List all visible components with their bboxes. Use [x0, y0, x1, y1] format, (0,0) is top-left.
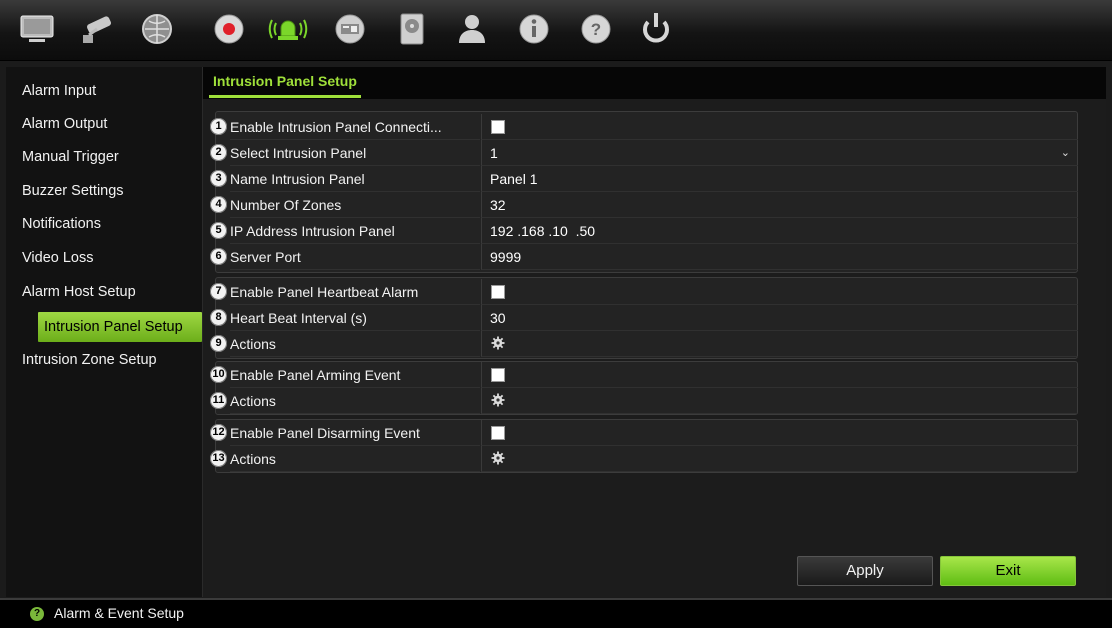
settings-row: 6 Server Port 9999 [210, 244, 1078, 270]
settings-row: 8 Heart Beat Interval (s) 30 [210, 305, 1078, 331]
ip-address-field[interactable]: 192 .168 .10 .50 [481, 218, 1078, 244]
hdd-icon[interactable] [392, 9, 432, 49]
settings-row: 3 Name Intrusion Panel Panel 1 [210, 166, 1078, 192]
row-label: Heart Beat Interval (s) [230, 305, 480, 331]
sidebar-item-alarm-input[interactable]: Alarm Input [6, 76, 202, 106]
heartbeat-group: 7 Enable Panel Heartbeat Alarm 8 Heart B… [210, 277, 1078, 359]
settings-row: 13 Actions [210, 446, 1078, 472]
enable-arming-checkbox[interactable] [491, 368, 505, 382]
gear-icon[interactable] [491, 451, 505, 465]
sidebar-item-alarm-host-setup[interactable]: Alarm Host Setup [6, 277, 202, 307]
row-number: 9 [210, 335, 227, 352]
tab-intrusion-panel-setup[interactable]: Intrusion Panel Setup [209, 67, 361, 98]
row-number: 6 [210, 248, 227, 265]
sidebar-item-manual-trigger[interactable]: Manual Trigger [6, 142, 202, 172]
question-icon: ? [30, 607, 44, 621]
sidebar-item-intrusion-zone-setup[interactable]: Intrusion Zone Setup [6, 345, 202, 375]
main-panel: Intrusion Panel Setup 1 Enable Intrusion… [203, 67, 1106, 597]
row-label: Enable Panel Disarming Event [230, 420, 480, 446]
tab-bar: Intrusion Panel Setup [203, 67, 1106, 99]
row-label: Select Intrusion Panel [230, 140, 480, 166]
value-cell [481, 114, 1078, 140]
alarm-icon[interactable] [268, 9, 308, 49]
row-label: Enable Panel Arming Event [230, 362, 480, 388]
svg-text:?: ? [591, 20, 601, 39]
exit-button[interactable]: Exit [940, 556, 1076, 586]
server-port-field[interactable]: 9999 [481, 244, 1078, 270]
row-number: 7 [210, 283, 227, 300]
value-cell [481, 420, 1078, 446]
help-icon[interactable]: ? [576, 9, 616, 49]
row-label: Actions [230, 446, 480, 472]
status-text: Alarm & Event Setup [54, 605, 184, 621]
sidebar-item-notifications[interactable]: Notifications [6, 209, 202, 239]
row-number: 8 [210, 309, 227, 326]
row-label: IP Address Intrusion Panel [230, 218, 480, 244]
row-label: Server Port [230, 244, 480, 270]
info-icon[interactable] [514, 9, 554, 49]
settings-row: 7 Enable Panel Heartbeat Alarm [210, 279, 1078, 305]
row-number: 13 [210, 450, 227, 467]
row-label: Number Of Zones [230, 192, 480, 218]
user-icon[interactable] [452, 9, 492, 49]
row-label: Enable Panel Heartbeat Alarm [230, 279, 480, 305]
value-cell [481, 388, 1078, 414]
arming-group: 10 Enable Panel Arming Event 11 Actions [210, 361, 1078, 415]
gear-icon[interactable] [491, 336, 505, 350]
select-value: 1 [490, 145, 498, 161]
intrusion-panel-select[interactable]: 1 ⌄ [481, 140, 1078, 166]
network-icon[interactable] [137, 9, 177, 49]
panel-name-field[interactable]: Panel 1 [481, 166, 1078, 192]
settings-row: 10 Enable Panel Arming Event [210, 362, 1078, 388]
enable-heartbeat-checkbox[interactable] [491, 285, 505, 299]
value-cell [481, 446, 1078, 472]
apply-button[interactable]: Apply [797, 556, 933, 586]
value-cell [481, 331, 1078, 357]
sidebar: Alarm Input Alarm Output Manual Trigger … [6, 67, 203, 597]
enable-intrusion-panel-checkbox[interactable] [491, 120, 505, 134]
value-cell [481, 279, 1078, 305]
heartbeat-interval-field[interactable]: 30 [481, 305, 1078, 331]
row-number: 4 [210, 196, 227, 213]
settings-row: 1 Enable Intrusion Panel Connecti... [210, 114, 1078, 140]
sidebar-item-video-loss[interactable]: Video Loss [6, 243, 202, 273]
sidebar-item-intrusion-panel-setup[interactable]: Intrusion Panel Setup [38, 312, 202, 342]
record-icon[interactable] [209, 9, 249, 49]
settings-row: 4 Number Of Zones 32 [210, 192, 1078, 218]
camera-icon[interactable] [77, 9, 117, 49]
row-label: Actions [230, 331, 480, 357]
row-number: 5 [210, 222, 227, 239]
sidebar-item-alarm-output[interactable]: Alarm Output [6, 109, 202, 139]
status-bar: ? Alarm & Event Setup [0, 598, 1112, 628]
disarming-group: 12 Enable Panel Disarming Event 13 Actio… [210, 419, 1078, 473]
power-icon[interactable] [636, 9, 676, 49]
row-number: 10 [210, 366, 227, 383]
settings-row: 11 Actions [210, 388, 1078, 414]
row-number: 3 [210, 170, 227, 187]
top-toolbar: ? [0, 0, 1112, 61]
row-number: 12 [210, 424, 227, 441]
connection-settings-group: 1 Enable Intrusion Panel Connecti... 2 S… [210, 111, 1078, 273]
row-label: Actions [230, 388, 480, 414]
settings-row: 5 IP Address Intrusion Panel 192 .168 .1… [210, 218, 1078, 244]
number-of-zones-field[interactable]: 32 [481, 192, 1078, 218]
gear-icon[interactable] [491, 393, 505, 407]
chevron-down-icon[interactable]: ⌄ [1061, 140, 1070, 166]
row-label: Name Intrusion Panel [230, 166, 480, 192]
sidebar-item-buzzer-settings[interactable]: Buzzer Settings [6, 176, 202, 206]
settings-row: 12 Enable Panel Disarming Event [210, 420, 1078, 446]
row-number: 1 [210, 118, 227, 135]
device-icon[interactable] [330, 9, 370, 49]
settings-row: 9 Actions [210, 331, 1078, 357]
row-number: 11 [210, 392, 227, 409]
monitor-icon[interactable] [17, 9, 57, 49]
row-label: Enable Intrusion Panel Connecti... [230, 114, 480, 140]
value-cell [481, 362, 1078, 388]
settings-row: 2 Select Intrusion Panel 1 ⌄ [210, 140, 1078, 166]
row-number: 2 [210, 144, 227, 161]
enable-disarming-checkbox[interactable] [491, 426, 505, 440]
